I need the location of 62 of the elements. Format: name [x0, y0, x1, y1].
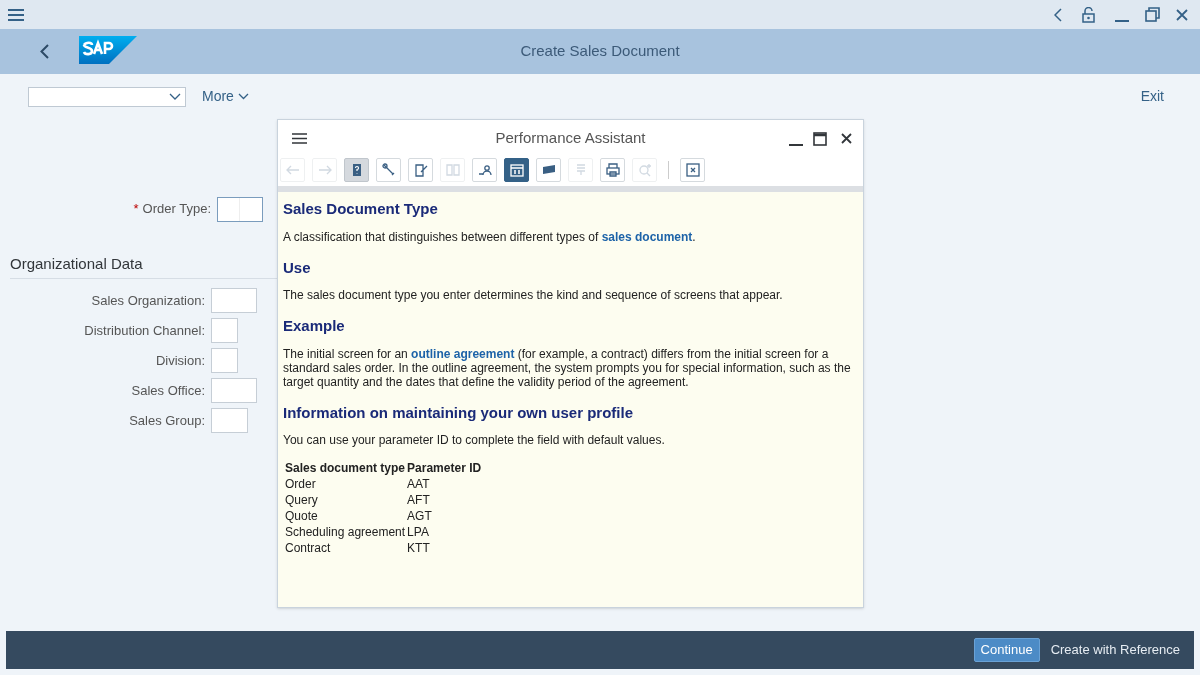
dropdown-field[interactable]: [28, 86, 186, 107]
table-cell-text: AAT: [407, 476, 431, 492]
field-label: Order Type:: [142, 200, 211, 219]
close-icon[interactable]: [841, 133, 852, 144]
table-cell: Query: [285, 492, 408, 508]
help-heading: Example: [283, 316, 346, 336]
table-cell-text: Scheduling agreement: [285, 524, 407, 540]
column-header: Parameter ID: [407, 460, 483, 476]
logo-icon: [79, 36, 137, 64]
table-cell-text: AGT: [407, 508, 433, 524]
help-paragraph: A classification that distinguishes between different types of sales document.: [283, 229, 697, 244]
edit-icon: [412, 162, 429, 178]
close-icon[interactable]: [1176, 8, 1188, 21]
field-label: Distribution Channel:: [83, 321, 206, 340]
restore-icon[interactable]: [1145, 7, 1160, 22]
continue-button[interactable]: Continue: [973, 638, 1040, 662]
chevron-down-icon: [169, 93, 181, 100]
input-field[interactable]: [211, 378, 257, 403]
section-title: Organizational Data: [10, 253, 277, 279]
toolbar-button[interactable]: [504, 158, 529, 182]
table-cell: Order: [285, 476, 408, 492]
help-paragraph: The initial screen for an outline agreement (for example, a contract) differs from the initial screen for a standard sales order. In the outline agreement, the system prompts you for special information, such as the target quantity and the dates that define the validity period of the agreement.: [283, 346, 852, 389]
dialog-title: Performance Assistant: [495, 127, 646, 148]
table-cell: Quote: [285, 508, 408, 524]
table-cell: Contract: [285, 540, 408, 556]
help-link[interactable]: outline agreement: [411, 346, 515, 361]
column-header: Sales document type: [285, 460, 407, 476]
window-title: Create Sales Document: [520, 41, 680, 62]
input-field[interactable]: [211, 348, 238, 373]
input-field[interactable]: [217, 196, 263, 222]
help-paragraph: The sales document type you enter determines the kind and sequence of screens that appear.: [283, 288, 784, 302]
table-cell-text: AFT: [407, 492, 431, 508]
chevron-down-icon: [237, 93, 249, 100]
maximize-icon[interactable]: [813, 132, 827, 146]
exit-button[interactable]: Exit: [1140, 86, 1164, 107]
close-icon: [684, 162, 701, 178]
required-marker: *: [133, 200, 139, 219]
toolbar-button[interactable]: [344, 158, 369, 182]
input-field[interactable]: [211, 408, 248, 433]
calendar-icon: [508, 162, 525, 178]
table-cell-text: LPA: [407, 524, 430, 540]
help-heading: Use: [283, 257, 312, 278]
help-paragraph: You can use your parameter ID to complete the field with default values.: [283, 433, 666, 447]
more-button[interactable]: More: [202, 86, 249, 107]
table-cell-text: KTT: [407, 540, 431, 556]
field-label: Sales Office:: [130, 381, 206, 400]
lock-icon[interactable]: [1082, 6, 1095, 23]
field-label: Division:: [154, 351, 206, 370]
printer-icon: [604, 162, 621, 178]
help-heading: Sales Document Type: [283, 199, 439, 219]
reference-button[interactable]: Create with Reference: [1044, 638, 1186, 662]
zoom-in-icon: [636, 162, 653, 178]
user-icon: [476, 162, 493, 178]
help-heading: Information on maintaining your own user profile: [283, 402, 634, 423]
menu-icon[interactable]: [292, 133, 307, 144]
back-icon[interactable]: [1054, 7, 1062, 22]
field-label: Sales Organization:: [90, 291, 206, 310]
input-field[interactable]: [211, 318, 238, 343]
menu-icon[interactable]: [8, 8, 24, 21]
back-icon[interactable]: [40, 44, 49, 59]
field-label: Sales Group:: [128, 411, 206, 430]
input-field[interactable]: [211, 288, 257, 313]
